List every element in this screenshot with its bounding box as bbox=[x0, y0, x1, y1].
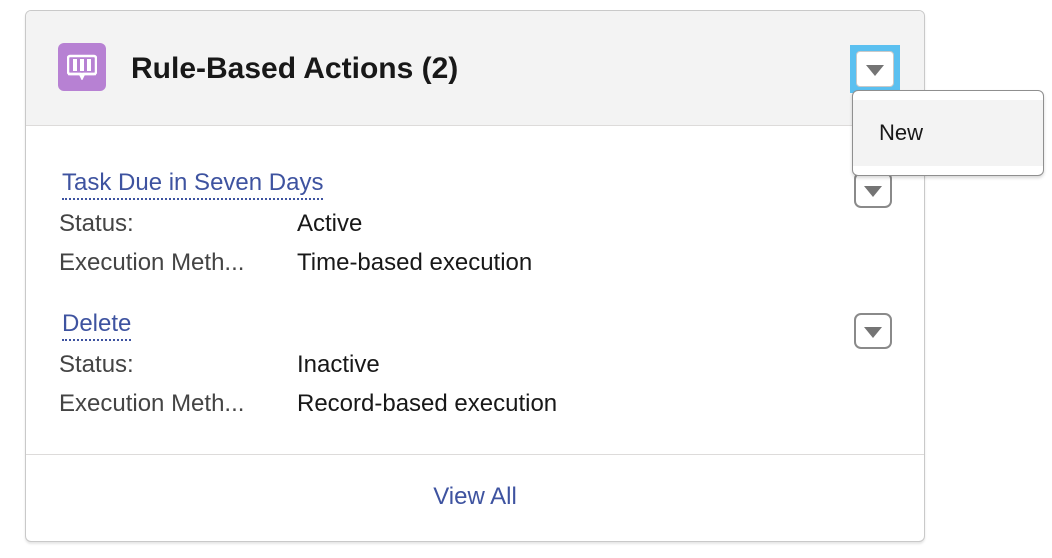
record-link[interactable]: Task Due in Seven Days bbox=[62, 168, 324, 200]
view-all-link[interactable]: View All bbox=[433, 483, 517, 511]
header-dropdown-menu: New bbox=[852, 90, 1044, 176]
chevron-down-icon bbox=[864, 326, 882, 338]
card-title: Rule-Based Actions (2) bbox=[131, 52, 459, 85]
field-label: Status: bbox=[59, 351, 134, 378]
card-header: Rule-Based Actions (2) bbox=[26, 11, 924, 126]
chevron-down-icon bbox=[866, 64, 884, 76]
record-link[interactable]: Delete bbox=[62, 309, 132, 341]
field-label: Status: bbox=[59, 210, 134, 237]
card-footer: View All bbox=[26, 454, 924, 541]
row-menu-button[interactable] bbox=[854, 313, 892, 349]
field-value: Record-based execution bbox=[297, 390, 558, 417]
row-menu-button[interactable] bbox=[854, 172, 892, 208]
related-list-card: Rule-Based Actions (2) Task Due in Seven… bbox=[25, 10, 925, 542]
field-label: Execution Meth... bbox=[59, 390, 245, 417]
field-label: Execution Meth... bbox=[59, 249, 245, 276]
field-value: Inactive bbox=[297, 351, 380, 378]
book-icon bbox=[58, 43, 106, 91]
menu-item-new[interactable]: New bbox=[853, 100, 1043, 166]
field-value: Time-based execution bbox=[297, 249, 533, 276]
chevron-down-icon bbox=[864, 185, 882, 197]
field-value: Active bbox=[297, 210, 363, 237]
header-menu-button[interactable] bbox=[850, 45, 900, 93]
header-menu-button-face[interactable] bbox=[856, 51, 894, 87]
